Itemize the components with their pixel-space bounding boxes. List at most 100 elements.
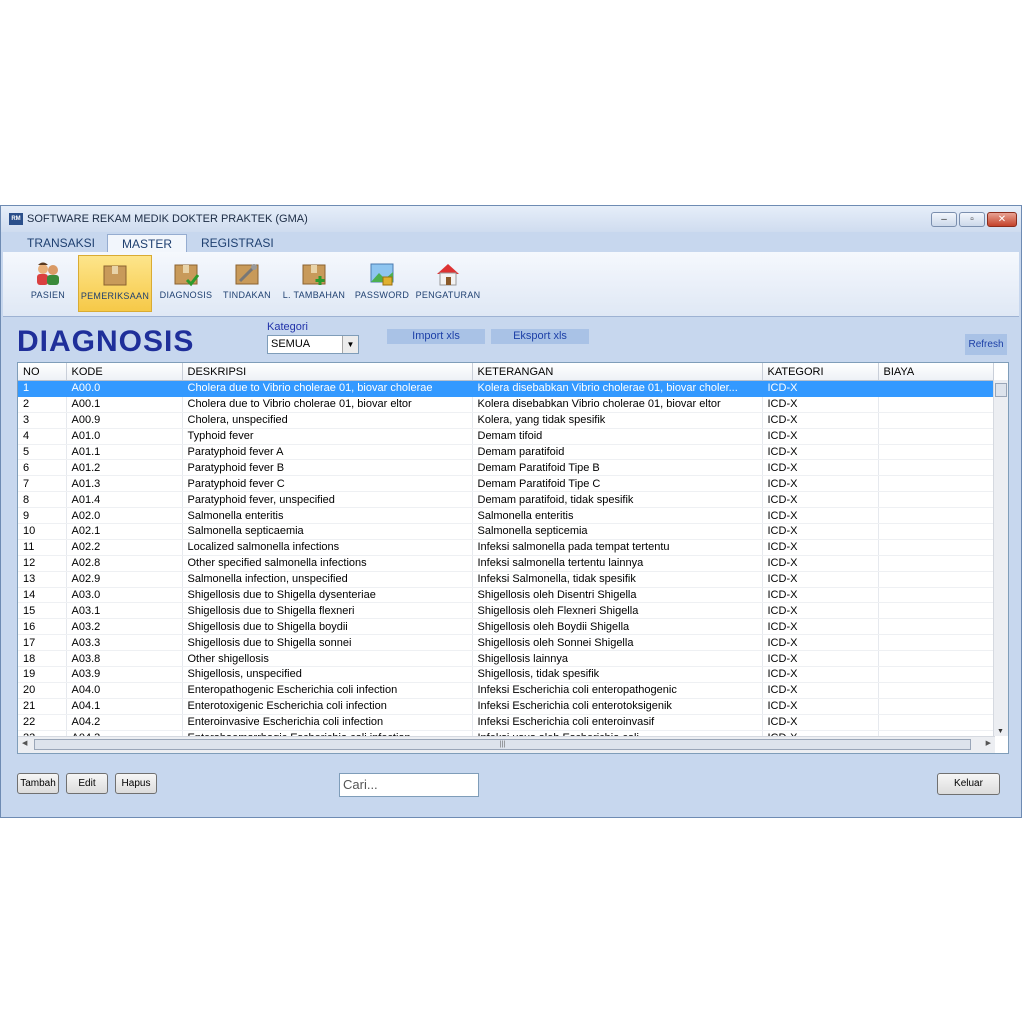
ribbon-diagnosis-button[interactable]: DIAGNOSIS	[155, 255, 217, 312]
table-row[interactable]: 18 A03.8 Other shigellosis Shigellosis lain…	[18, 650, 994, 668]
chevron-down-icon[interactable]: ▼	[342, 336, 358, 353]
table-cell: Shigellosis oleh Boydii Shigella	[472, 618, 763, 636]
table-cell: 15	[18, 602, 67, 620]
table-cell: A02.2	[66, 539, 183, 556]
search-input[interactable]: Cari...	[339, 773, 479, 797]
table-row[interactable]: 14 A03.0 Shigellosis due to Shigella dysen…	[18, 587, 994, 604]
table-row[interactable]: 5 A01.1 Paratyphoid fever A Demam paratifoi…	[18, 444, 994, 461]
scroll-left-icon[interactable]: ◀	[22, 739, 27, 747]
ribbon-tindakan-button[interactable]: TINDAKAN	[219, 255, 275, 312]
table-cell: Kolera, yang tidak spesifik	[472, 412, 763, 429]
table-row[interactable]: 20 A04.0 Enteropathogenic Escherichia coli…	[18, 682, 994, 699]
box-icon	[103, 265, 127, 286]
table-cell: 22	[18, 714, 67, 731]
table-cell: Infeksi salmonella pada tempat tertentu	[472, 539, 763, 556]
table-cell: Salmonella enteritis	[182, 507, 473, 525]
table-cell: Cholera due to Vibrio cholerae 01, biova…	[182, 380, 473, 397]
ribbon-pemeriksaan-button[interactable]: PEMERIKSAAN	[78, 255, 152, 312]
tab-registrasi[interactable]: REGISTRASI	[187, 234, 288, 252]
table-cell: Cholera due to Vibrio cholerae 01, biova…	[182, 396, 473, 413]
table-cell: ICD-X	[762, 587, 879, 604]
table-cell	[878, 444, 994, 461]
table-cell: ICD-X	[762, 396, 879, 413]
scroll-thumb[interactable]: |||	[34, 739, 971, 750]
table-row[interactable]: 10 A02.1 Salmonella septicaemia Salmonella …	[18, 523, 994, 540]
column-header-kategori[interactable]: KATEGORI	[762, 363, 879, 381]
table-row[interactable]: 12 A02.8 Other specified salmonella infect…	[18, 555, 994, 572]
table-row[interactable]: 4 A01.0 Typhoid fever Demam tifoid ICD-X	[18, 428, 994, 445]
table-cell: ICD-X	[762, 428, 879, 445]
close-button[interactable]: ✕	[987, 212, 1017, 227]
export-xls-button[interactable]: Eksport xls	[491, 329, 589, 344]
table-cell: Shigellosis due to Shigella dysenteriae	[182, 587, 473, 604]
table-cell: A02.8	[66, 555, 183, 572]
table-cell: A01.1	[66, 444, 183, 461]
ribbon-ltambahan-button[interactable]: L. TAMBAHAN	[279, 255, 349, 312]
scroll-thumb[interactable]	[995, 383, 1007, 397]
hapus-button[interactable]: Hapus	[115, 773, 157, 794]
edit-button[interactable]: Edit	[66, 773, 108, 794]
table-cell: A03.2	[66, 618, 183, 636]
table-cell: Salmonella septicaemia	[182, 523, 473, 540]
table-cell: Infeksi salmonella tertentu lainnya	[472, 555, 763, 572]
tab-transaksi[interactable]: TRANSAKSI	[13, 234, 109, 252]
ribbon-pasien-button[interactable]: PASIEN	[23, 255, 73, 312]
maximize-button[interactable]: ▫	[959, 212, 985, 227]
table-cell: Paratyphoid fever C	[182, 475, 473, 493]
table-row[interactable]: 22 A04.2 Enteroinvasive Escherichia coli i…	[18, 714, 994, 731]
table-cell: A02.9	[66, 571, 183, 588]
table-cell: A00.1	[66, 396, 183, 413]
table-cell: 19	[18, 666, 67, 683]
table-row[interactable]: 2 A00.1 Cholera due to Vibrio cholerae 01,…	[18, 396, 994, 413]
ribbon-pengaturan-button[interactable]: PENGATURAN	[415, 255, 481, 312]
import-xls-button[interactable]: Import xls	[387, 329, 485, 344]
table-cell: A03.9	[66, 666, 183, 683]
table-cell	[878, 571, 994, 588]
table-row[interactable]: 19 A03.9 Shigellosis, unspecified Shigellos…	[18, 666, 994, 683]
table-cell	[878, 412, 994, 429]
tambah-button[interactable]: Tambah	[17, 773, 59, 794]
column-header-biaya[interactable]: BIAYA	[878, 363, 994, 381]
table-row[interactable]: 1 A00.0 Cholera due to Vibrio cholerae 01,…	[18, 380, 994, 397]
table-row[interactable]: 8 A01.4 Paratyphoid fever, unspecified Dema…	[18, 491, 994, 509]
table-row[interactable]: 3 A00.9 Cholera, unspecified Kolera, yang t…	[18, 412, 994, 429]
table-cell: 1	[18, 380, 67, 397]
table-row[interactable]: 21 A04.1 Enterotoxigenic Escherichia coli …	[18, 698, 994, 715]
menu-tabs: TRANSAKSI MASTER REGISTRASI	[1, 232, 1021, 252]
table-row[interactable]: 9 A02.0 Salmonella enteritis Salmonella ent…	[18, 507, 994, 525]
table-cell: Demam tifoid	[472, 428, 763, 445]
minimize-button[interactable]: ‒	[931, 212, 957, 227]
table-row[interactable]: 13 A02.9 Salmonella infection, unspecified…	[18, 571, 994, 588]
column-header-no[interactable]: NO	[18, 363, 67, 381]
table-cell: A04.2	[66, 714, 183, 731]
column-header-keterangan[interactable]: KETERANGAN	[472, 363, 763, 381]
table-cell: ICD-X	[762, 682, 879, 699]
table-cell: 7	[18, 475, 67, 493]
table-cell: A00.9	[66, 412, 183, 429]
horizontal-scrollbar[interactable]: ◀ ||| ▶	[18, 736, 995, 753]
table-row[interactable]: 17 A03.3 Shigellosis due to Shigella sonne…	[18, 634, 994, 652]
table-row[interactable]: 7 A01.3 Paratyphoid fever C Demam Paratifoi…	[18, 475, 994, 493]
table-cell: A03.0	[66, 587, 183, 604]
table-cell	[878, 698, 994, 715]
column-header-kode[interactable]: KODE	[66, 363, 183, 381]
kategori-select[interactable]: SEMUA ▼	[267, 335, 359, 354]
column-header-deskripsi[interactable]: DESKRIPSI	[182, 363, 473, 381]
table-row[interactable]: 6 A01.2 Paratyphoid fever B Demam Paratifoi…	[18, 459, 994, 477]
scroll-right-icon[interactable]: ▶	[986, 739, 991, 747]
house-icon	[437, 264, 459, 286]
table-row[interactable]: 11 A02.2 Localized salmonella infections In…	[18, 539, 994, 556]
kategori-value: SEMUA	[271, 338, 311, 350]
vertical-scrollbar[interactable]: ▼	[993, 380, 1008, 736]
table-cell	[878, 650, 994, 668]
ribbon-password-button[interactable]: PASSWORD	[353, 255, 411, 312]
table-cell	[878, 634, 994, 652]
table-cell: 11	[18, 539, 67, 556]
keluar-button[interactable]: Keluar	[937, 773, 1000, 795]
table-cell: 6	[18, 459, 67, 477]
refresh-button[interactable]: Refresh	[965, 334, 1007, 355]
table-row[interactable]: 15 A03.1 Shigellosis due to Shigella flexn…	[18, 602, 994, 620]
table-row[interactable]: 16 A03.2 Shigellosis due to Shigella boydi…	[18, 618, 994, 636]
scroll-down-icon[interactable]: ▼	[997, 728, 1004, 735]
tab-master[interactable]: MASTER	[107, 234, 187, 252]
